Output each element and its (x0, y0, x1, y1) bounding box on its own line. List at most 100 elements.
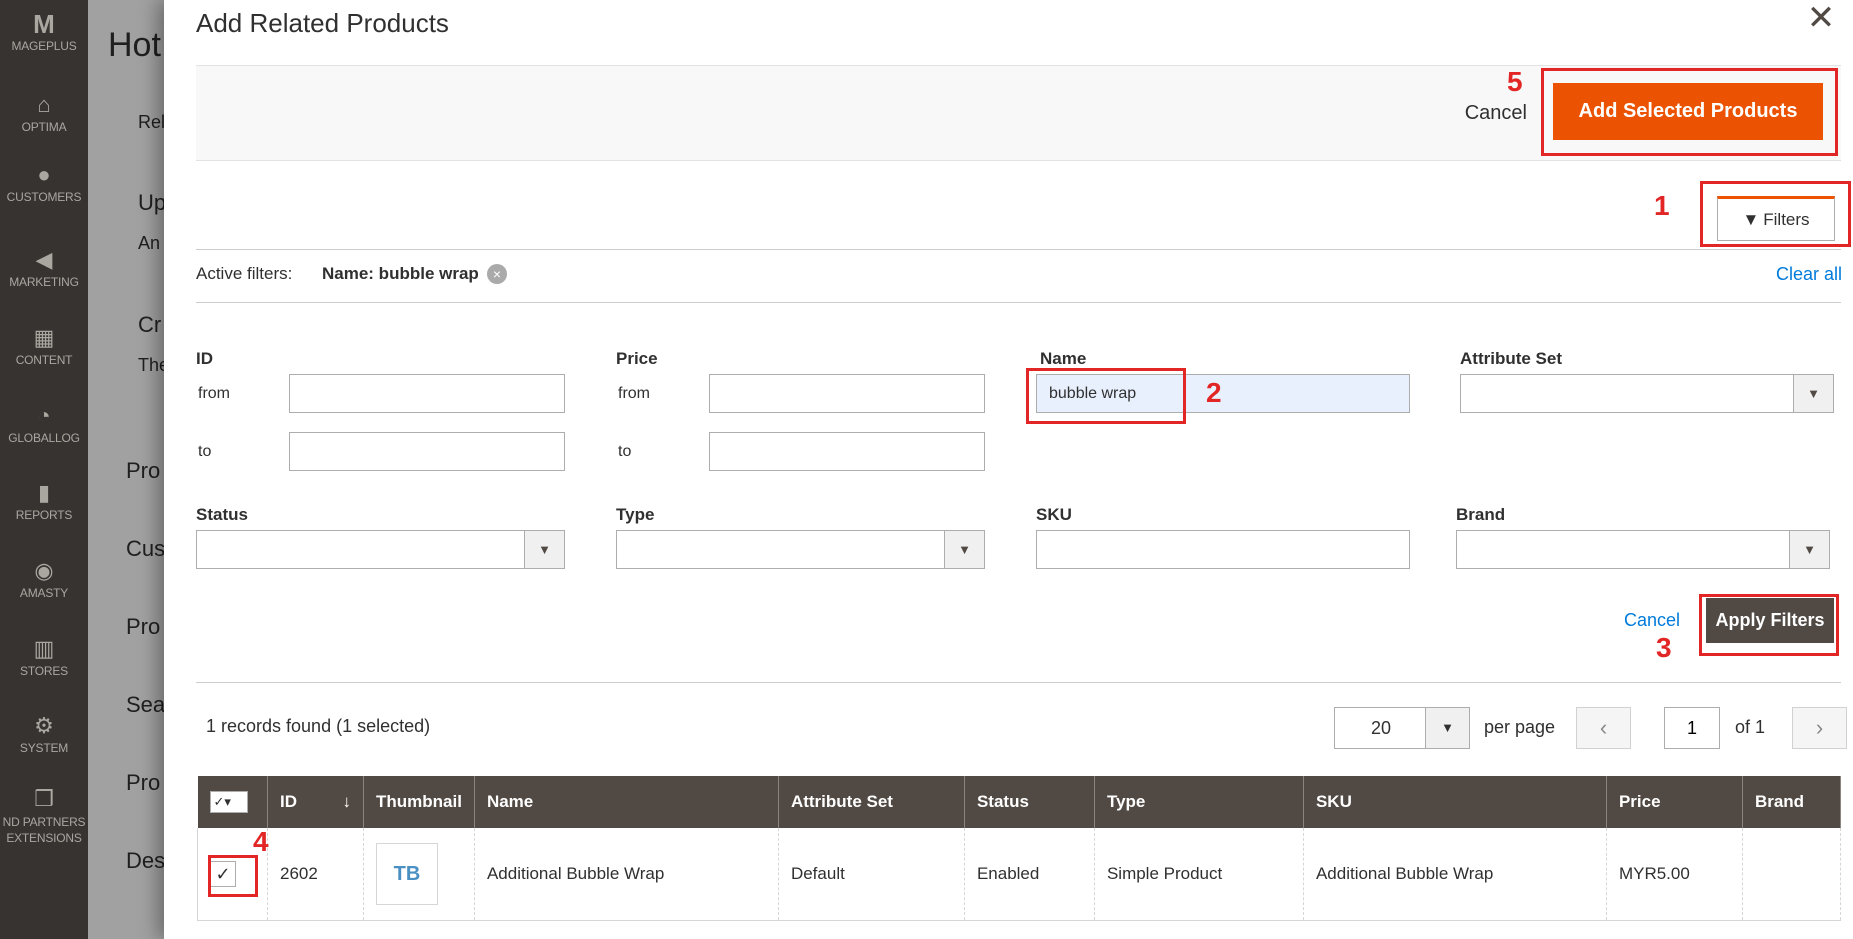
active-filter-chip: Name: bubble wrap (322, 264, 479, 283)
annotation-number-4: 4 (253, 826, 269, 857)
sku-filter-label: SKU (1036, 505, 1072, 524)
page-total: of 1 (1735, 717, 1766, 737)
attribute-set-select[interactable]: ▼ (1460, 374, 1834, 413)
price-from-input[interactable] (709, 374, 985, 413)
id-to-input[interactable] (289, 432, 565, 471)
customers-icon: ● (37, 162, 51, 187)
cell-attribute-set: Default (778, 828, 965, 921)
add-related-products-modal: Add Related Products ✕ Cancel Add Select… (164, 0, 1853, 939)
megaphone-icon: ◀ (35, 247, 53, 272)
products-grid: ✓▾ ID ↓ Thumbnail Name Attribute Set Stat… (197, 776, 1842, 921)
id-from-label: from (198, 385, 230, 402)
name-filter-label: Name (1040, 349, 1087, 368)
cell-price: MYR5.00 (1606, 828, 1743, 921)
annotation-box (1699, 594, 1839, 656)
grid-header-row: ✓▾ ID ↓ Thumbnail Name Attribute Set Stat… (197, 776, 1842, 828)
cell-sku: Additional Bubble Wrap (1303, 828, 1607, 921)
amasty-icon: ◉ (34, 558, 54, 583)
close-icon[interactable]: ✕ (1801, 0, 1841, 40)
per-page-label: per page (1484, 717, 1556, 737)
price-to-label: to (618, 443, 632, 460)
sidebar-item-stores[interactable]: ▥ STORES (0, 636, 88, 679)
sidebar-item-system[interactable]: ⚙ SYSTEM (0, 714, 88, 756)
table-row[interactable]: ✓ 2602 TB Additional Bubble Wrap Default… (197, 828, 1842, 921)
chevron-down-icon: ▼ (524, 531, 564, 568)
divider (196, 682, 1841, 683)
page-number-input[interactable] (1664, 707, 1720, 749)
modal-overlay (88, 0, 168, 939)
column-header-name[interactable]: Name (474, 776, 779, 828)
price-from-label: from (618, 385, 650, 402)
sidebar-item-optima[interactable]: ⌂ OPTIMA (0, 92, 88, 135)
gauge-icon: ◔ (37, 403, 51, 428)
modal-title: Add Related Products (196, 8, 449, 38)
content-icon: ▦ (33, 325, 55, 350)
column-header-brand[interactable]: Brand (1742, 776, 1842, 828)
annotation-box (208, 855, 258, 897)
cell-brand (1742, 828, 1842, 921)
modal-cancel-button[interactable]: Cancel (1465, 102, 1527, 125)
extensions-icon: ❒ (34, 786, 54, 811)
id-to-label: to (198, 443, 212, 460)
sidebar-item-mageplus[interactable]: M MAGEPLUS (0, 9, 88, 53)
divider (196, 302, 1841, 303)
chevron-down-icon: ▼ (944, 531, 984, 568)
sidebar-item-marketing[interactable]: ◀ MARKETING (0, 247, 88, 290)
bar-chart-icon: ▮ (37, 480, 51, 505)
sort-arrow-icon: ↓ (342, 792, 352, 811)
mass-select-dropdown[interactable]: ✓▾ (209, 791, 248, 813)
column-header-id[interactable]: ID ↓ (267, 776, 364, 828)
brand-filter-label: Brand (1456, 505, 1506, 524)
cell-id: 2602 (267, 828, 364, 921)
per-page-value: 20 (1370, 718, 1392, 738)
active-filters-label: Active filters: (196, 264, 293, 283)
status-filter-label: Status (196, 505, 248, 524)
annotation-box (1541, 68, 1838, 156)
type-filter-label: Type (616, 505, 655, 524)
chevron-down-icon: ▼ (1793, 375, 1833, 412)
id-from-input[interactable] (289, 374, 565, 413)
column-header-attribute-set[interactable]: Attribute Set (778, 776, 965, 828)
column-header-thumbnail: Thumbnail (363, 776, 475, 828)
price-to-input[interactable] (709, 432, 985, 471)
annotation-number-2: 2 (1206, 377, 1222, 408)
cell-name: Additional Bubble Wrap (474, 828, 779, 921)
clear-all-link[interactable]: Clear all (1776, 264, 1842, 285)
chevron-down-icon: ▼ (1425, 708, 1469, 748)
annotation-box (1026, 368, 1186, 424)
cell-type: Simple Product (1094, 828, 1304, 921)
next-page-button[interactable]: › (1792, 707, 1847, 749)
column-header-status[interactable]: Status (964, 776, 1095, 828)
sidebar-item-reports[interactable]: ▮ REPORTS (0, 480, 88, 523)
id-filter-label: ID (196, 349, 213, 368)
sidebar-item-extensions[interactable]: ❒ ND PARTNERS EXTENSIONS (0, 787, 88, 846)
type-select[interactable]: ▼ (616, 530, 985, 569)
records-count: 1 records found (1 selected) (206, 716, 431, 736)
column-header-type[interactable]: Type (1094, 776, 1304, 828)
annotation-number-3: 3 (1656, 632, 1672, 663)
previous-page-button[interactable]: ‹ (1576, 707, 1631, 749)
sidebar-item-globallog[interactable]: ◔ GLOBALLOG (0, 403, 88, 446)
remove-filter-icon[interactable]: × (487, 264, 507, 284)
sku-filter-input[interactable] (1036, 530, 1410, 569)
product-thumbnail: TB (376, 842, 438, 905)
annotation-number-5: 5 (1507, 66, 1523, 97)
sidebar-item-content[interactable]: ▦ CONTENT (0, 325, 88, 368)
sidebar-item-customers[interactable]: ● CUSTOMERS (0, 162, 88, 205)
brand-select[interactable]: ▼ (1456, 530, 1830, 569)
sidebar-item-amasty[interactable]: ◉ AMASTY (0, 558, 88, 601)
status-select[interactable]: ▼ (196, 530, 565, 569)
column-header-price[interactable]: Price (1606, 776, 1743, 828)
mageplus-logo-icon: M (33, 9, 55, 39)
store-icon: ▥ (33, 636, 55, 661)
annotation-number-1: 1 (1654, 190, 1670, 221)
optima-icon: ⌂ (37, 92, 51, 117)
cell-thumbnail: TB (363, 828, 475, 921)
mass-select-header[interactable]: ✓▾ (197, 776, 268, 828)
chevron-down-icon: ▼ (1789, 531, 1829, 568)
column-header-sku[interactable]: SKU (1303, 776, 1607, 828)
divider (196, 249, 1841, 250)
per-page-select[interactable]: 20 ▼ (1334, 707, 1470, 749)
annotation-box (1700, 181, 1851, 247)
filters-cancel-button[interactable]: Cancel (1624, 610, 1680, 631)
